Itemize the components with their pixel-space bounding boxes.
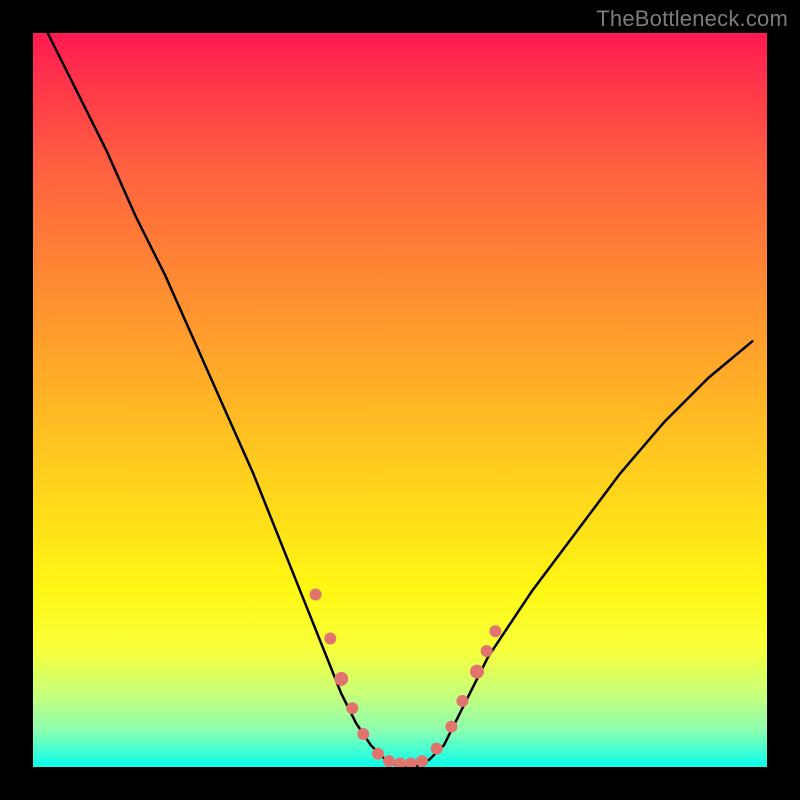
curve-marker: [445, 721, 457, 733]
curve-marker: [481, 645, 493, 657]
curve-marker: [470, 665, 484, 679]
curve-marker: [489, 625, 501, 637]
curve-marker: [324, 633, 336, 645]
chart-svg: [33, 33, 767, 767]
plot-area: [33, 33, 767, 767]
curve-marker: [383, 755, 395, 767]
curve-marker: [431, 743, 443, 755]
curve-marker: [394, 757, 406, 767]
watermark-text: TheBottleneck.com: [596, 6, 788, 32]
chart-frame: TheBottleneck.com: [0, 0, 800, 800]
curve-marker: [456, 695, 468, 707]
bottleneck-curve: [48, 33, 753, 767]
curve-marker: [357, 728, 369, 740]
curve-marker: [310, 589, 322, 601]
curve-marker: [346, 702, 358, 714]
curve-marker: [372, 748, 384, 760]
curve-marker: [334, 672, 348, 686]
curve-markers: [310, 589, 502, 767]
curve-marker: [416, 755, 428, 767]
curve-marker: [405, 757, 417, 767]
